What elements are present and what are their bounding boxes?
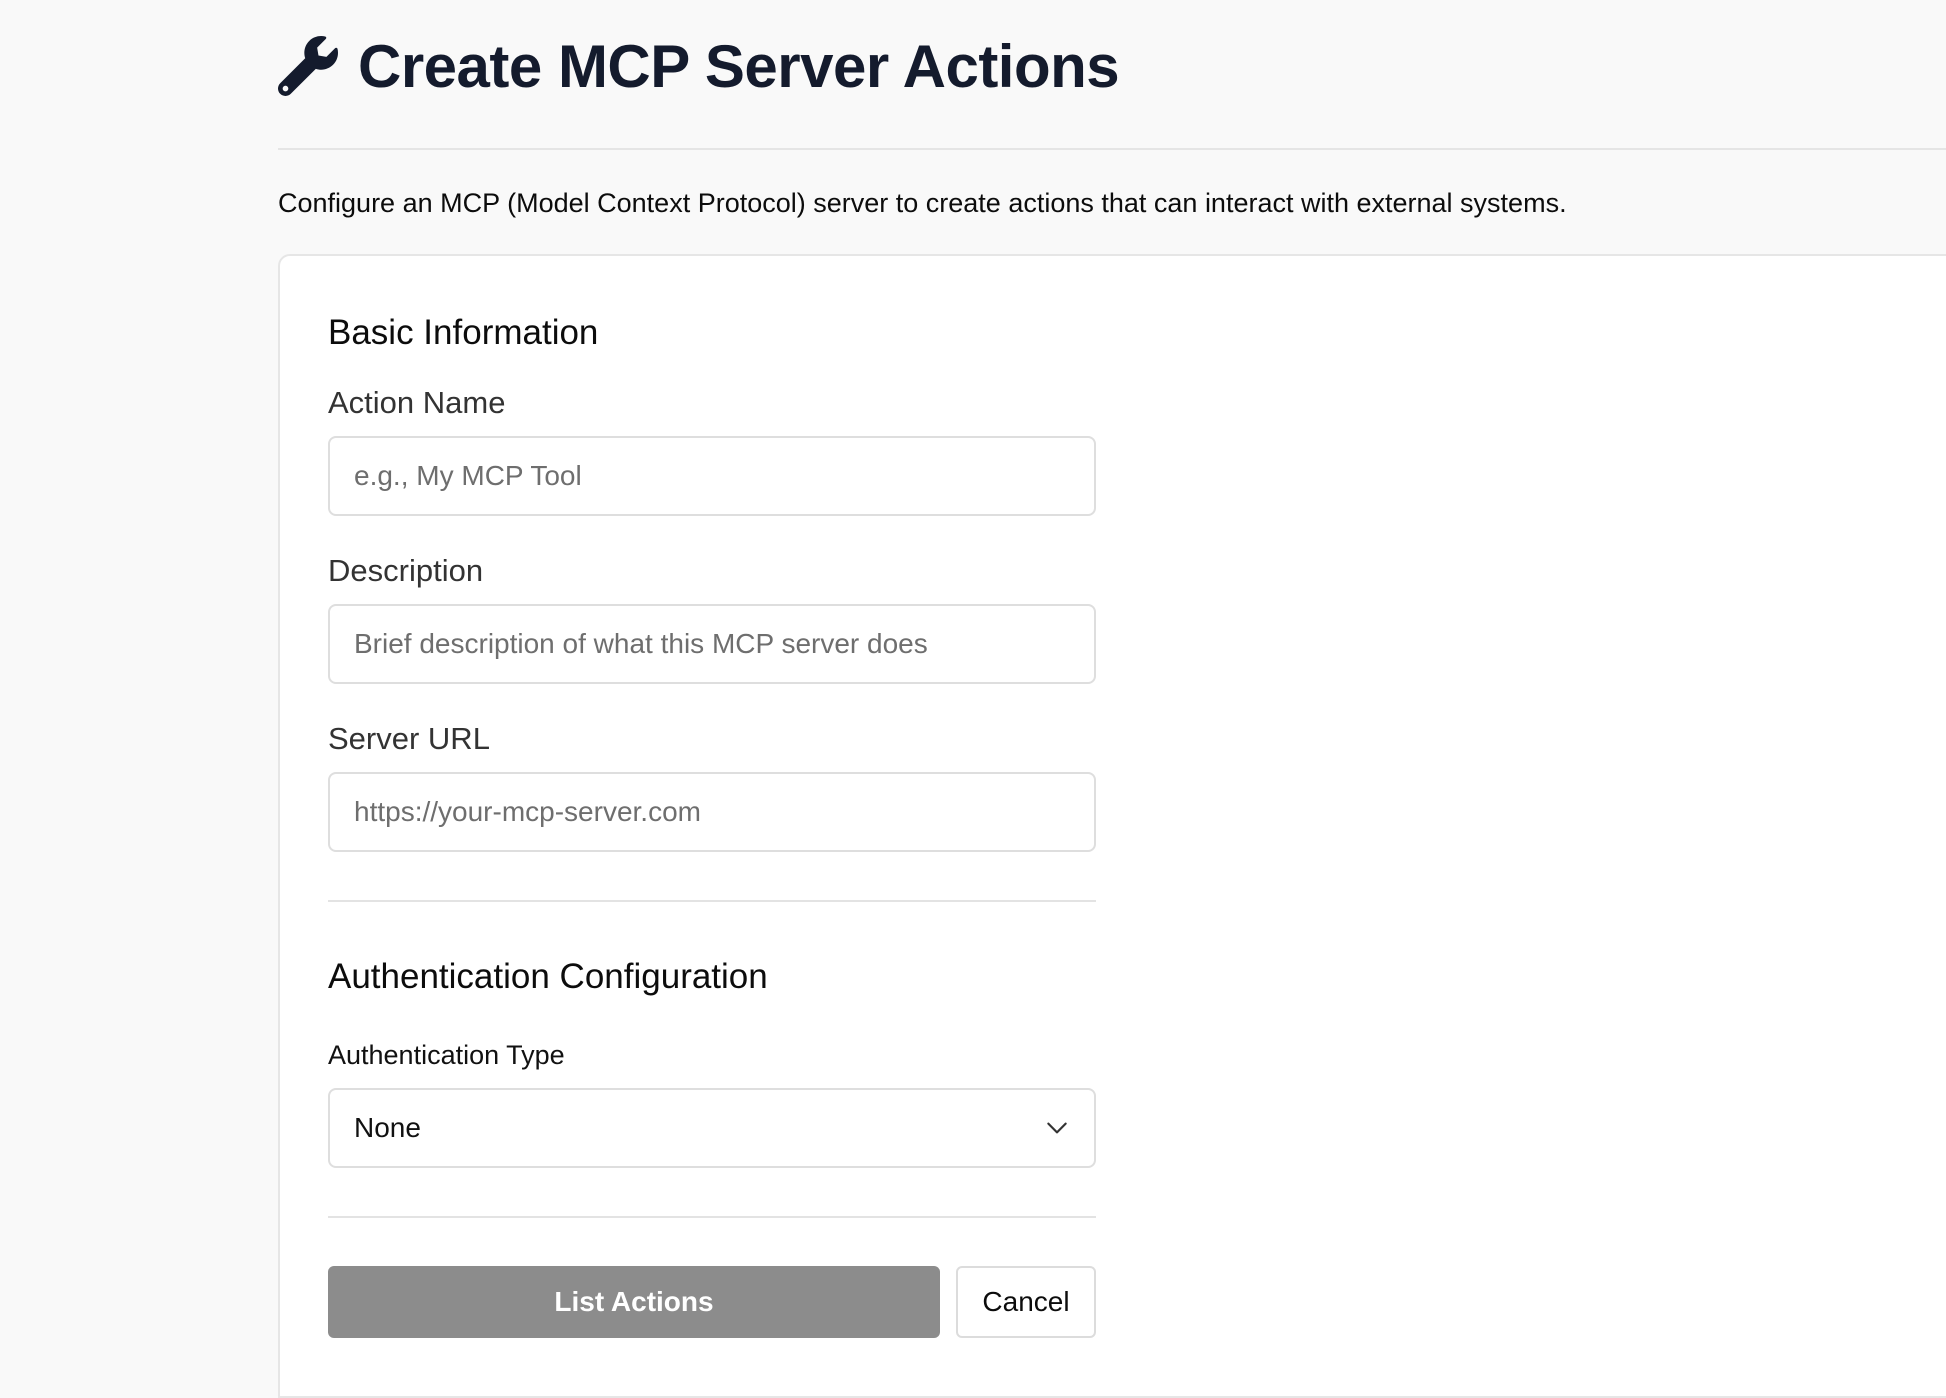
server-url-input[interactable] [328,772,1096,852]
wrench-icon [278,36,338,96]
page: Create MCP Server Actions Configure an M… [278,0,1946,1398]
authentication-type-label: Authentication Type [328,1040,565,1070]
form-card: Basic Information Action Name Descriptio… [278,254,1946,1398]
form-actions: List Actions Cancel [328,1266,1096,1338]
chevron-down-icon [1044,1115,1070,1141]
cancel-button[interactable]: Cancel [956,1266,1096,1338]
page-description: Configure an MCP (Model Context Protocol… [278,188,1567,218]
description-label: Description [328,553,484,588]
action-name-input[interactable] [328,436,1096,516]
action-name-label: Action Name [328,385,506,420]
mcp-form: Basic Information Action Name Descriptio… [328,312,1096,1338]
page-header: Create MCP Server Actions [278,0,1946,150]
authentication-configuration-heading: Authentication Configuration [328,957,768,996]
description-input[interactable] [328,604,1096,684]
page-title: Create MCP Server Actions [358,32,1120,100]
list-actions-button[interactable]: List Actions [328,1266,940,1338]
authentication-type-value: None [354,1112,421,1143]
basic-information-heading: Basic Information [328,313,599,352]
authentication-type-select[interactable]: None [328,1088,1096,1168]
server-url-label: Server URL [328,721,490,756]
